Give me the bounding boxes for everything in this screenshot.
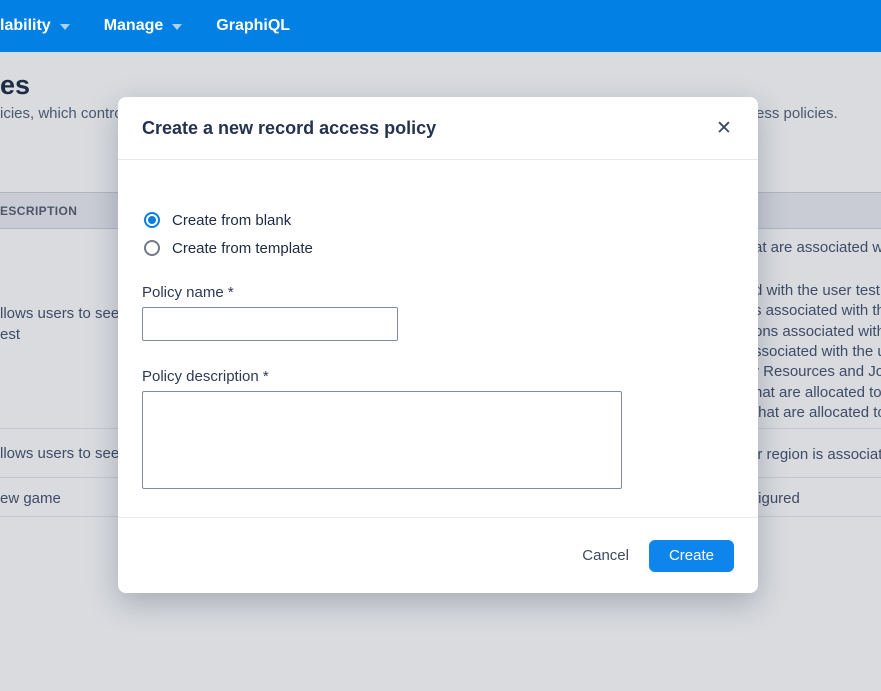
nav-item-availability[interactable]: lability bbox=[0, 17, 70, 35]
modal-create-policy: Create a new record access policy ✕ Crea… bbox=[118, 97, 758, 593]
table-cell-fragment: ssociated with the u bbox=[754, 341, 881, 362]
policy-name-input[interactable] bbox=[142, 307, 398, 341]
chevron-down-icon bbox=[60, 24, 70, 30]
page: lability Manage GraphiQL es icies, which… bbox=[0, 0, 881, 691]
modal-title: Create a new record access policy bbox=[142, 118, 436, 139]
radio-selected-icon[interactable] bbox=[144, 212, 160, 228]
nav-item-label: GraphiQL bbox=[216, 17, 290, 35]
radio-option-label: Create from blank bbox=[172, 212, 291, 229]
policy-description-input[interactable] bbox=[142, 391, 622, 489]
table-cell-fragment: figured bbox=[754, 488, 800, 509]
modal-footer: Cancel Create bbox=[118, 517, 758, 593]
close-button[interactable]: ✕ bbox=[710, 115, 738, 143]
table-cell-description: llows users to see d bbox=[0, 443, 132, 464]
policy-name-label: Policy name * bbox=[142, 284, 234, 301]
chevron-down-icon bbox=[172, 24, 182, 30]
page-intro-fragment-left: icies, which contro bbox=[0, 105, 123, 122]
table-cell-description: llows users to see d est bbox=[0, 303, 132, 345]
table-cell-fragment: at are associated wit bbox=[754, 237, 881, 258]
radio-unselected-icon[interactable] bbox=[144, 240, 160, 256]
radio-option-label: Create from template bbox=[172, 240, 313, 257]
nav-item-label: Manage bbox=[104, 17, 164, 35]
cell-line: llows users to see d bbox=[0, 303, 132, 324]
table-cell-fragment: hat are allocated to t bbox=[754, 382, 881, 403]
page-title: es bbox=[0, 70, 30, 101]
close-icon: ✕ bbox=[716, 118, 732, 139]
page-intro-fragment-right: ess policies. bbox=[756, 105, 838, 122]
cell-line: est bbox=[0, 324, 132, 345]
column-header-description: ESCRIPTION bbox=[0, 204, 77, 218]
table-cell-description: ew game bbox=[0, 488, 61, 509]
table-cell-fragment: ons associated with bbox=[754, 321, 881, 342]
table-cell-fragment: that are allocated to bbox=[754, 402, 881, 423]
table-cell-fragment: s associated with th bbox=[754, 300, 881, 321]
create-button[interactable]: Create bbox=[649, 540, 734, 572]
cancel-button[interactable]: Cancel bbox=[570, 539, 641, 572]
table-cell-fragment: r Resources and Job bbox=[754, 361, 881, 382]
radio-option-create-from-blank[interactable]: Create from blank bbox=[144, 210, 291, 230]
nav-item-graphiql[interactable]: GraphiQL bbox=[216, 17, 290, 35]
radio-option-create-from-template[interactable]: Create from template bbox=[144, 238, 313, 258]
modal-header: Create a new record access policy bbox=[118, 97, 758, 160]
policy-description-label: Policy description * bbox=[142, 368, 269, 385]
table-cell-fragment: ir region is associate bbox=[754, 444, 881, 465]
nav-item-manage[interactable]: Manage bbox=[104, 17, 183, 35]
nav-item-label: lability bbox=[0, 17, 51, 35]
top-navbar: lability Manage GraphiQL bbox=[0, 0, 881, 52]
table-cell-fragment: d with the user test bbox=[754, 280, 880, 301]
